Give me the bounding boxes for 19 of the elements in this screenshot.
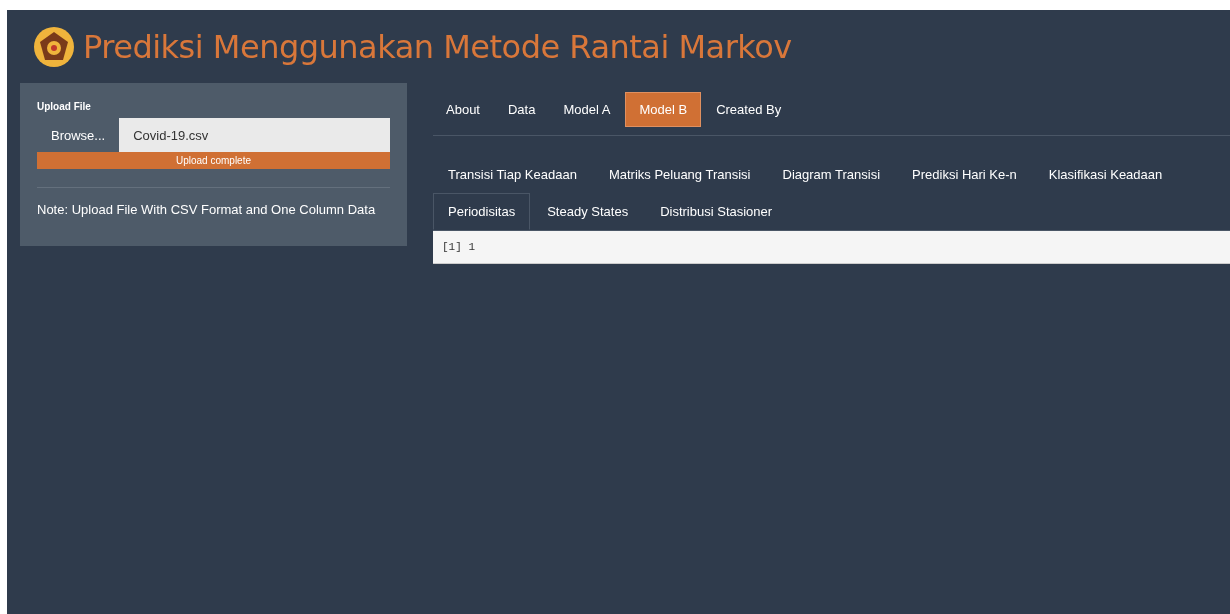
nav-tab[interactable]: About — [433, 92, 493, 126]
sub-tab[interactable]: Matriks Peluang Transisi — [593, 156, 766, 193]
progress-text: Upload complete — [175, 155, 251, 166]
nav-tab[interactable]: Model A — [550, 92, 624, 126]
sub-tab[interactable]: Steady States — [532, 193, 644, 230]
emblem-logo — [33, 25, 75, 68]
nav-tab[interactable]: Created By — [703, 92, 795, 126]
sub-tab[interactable]: Diagram Transisi — [767, 156, 896, 193]
output-text: [1] 1 — [433, 231, 1230, 264]
field-label: Upload File — [37, 101, 92, 112]
sub-tab[interactable]: Periodisitas — [433, 193, 531, 230]
note-text: Note: Upload File With CSV Format and One Column Data — [37, 202, 377, 217]
sub-tab[interactable]: Transisi Tiap Keadaan — [433, 156, 592, 193]
app-title: Prediksi Menggunakan Metode Rantai Markov — [83, 27, 792, 66]
nav-tab[interactable]: Data — [495, 92, 549, 126]
sub-tab[interactable]: Prediksi Hari Ke-n — [897, 156, 1032, 193]
sub-tab[interactable]: Klasifikasi Keadaan — [1033, 156, 1178, 193]
file-name-field[interactable]: Covid-19.csv — [119, 118, 390, 152]
sub-tab[interactable]: Distribusi Stasioner — [645, 193, 788, 230]
